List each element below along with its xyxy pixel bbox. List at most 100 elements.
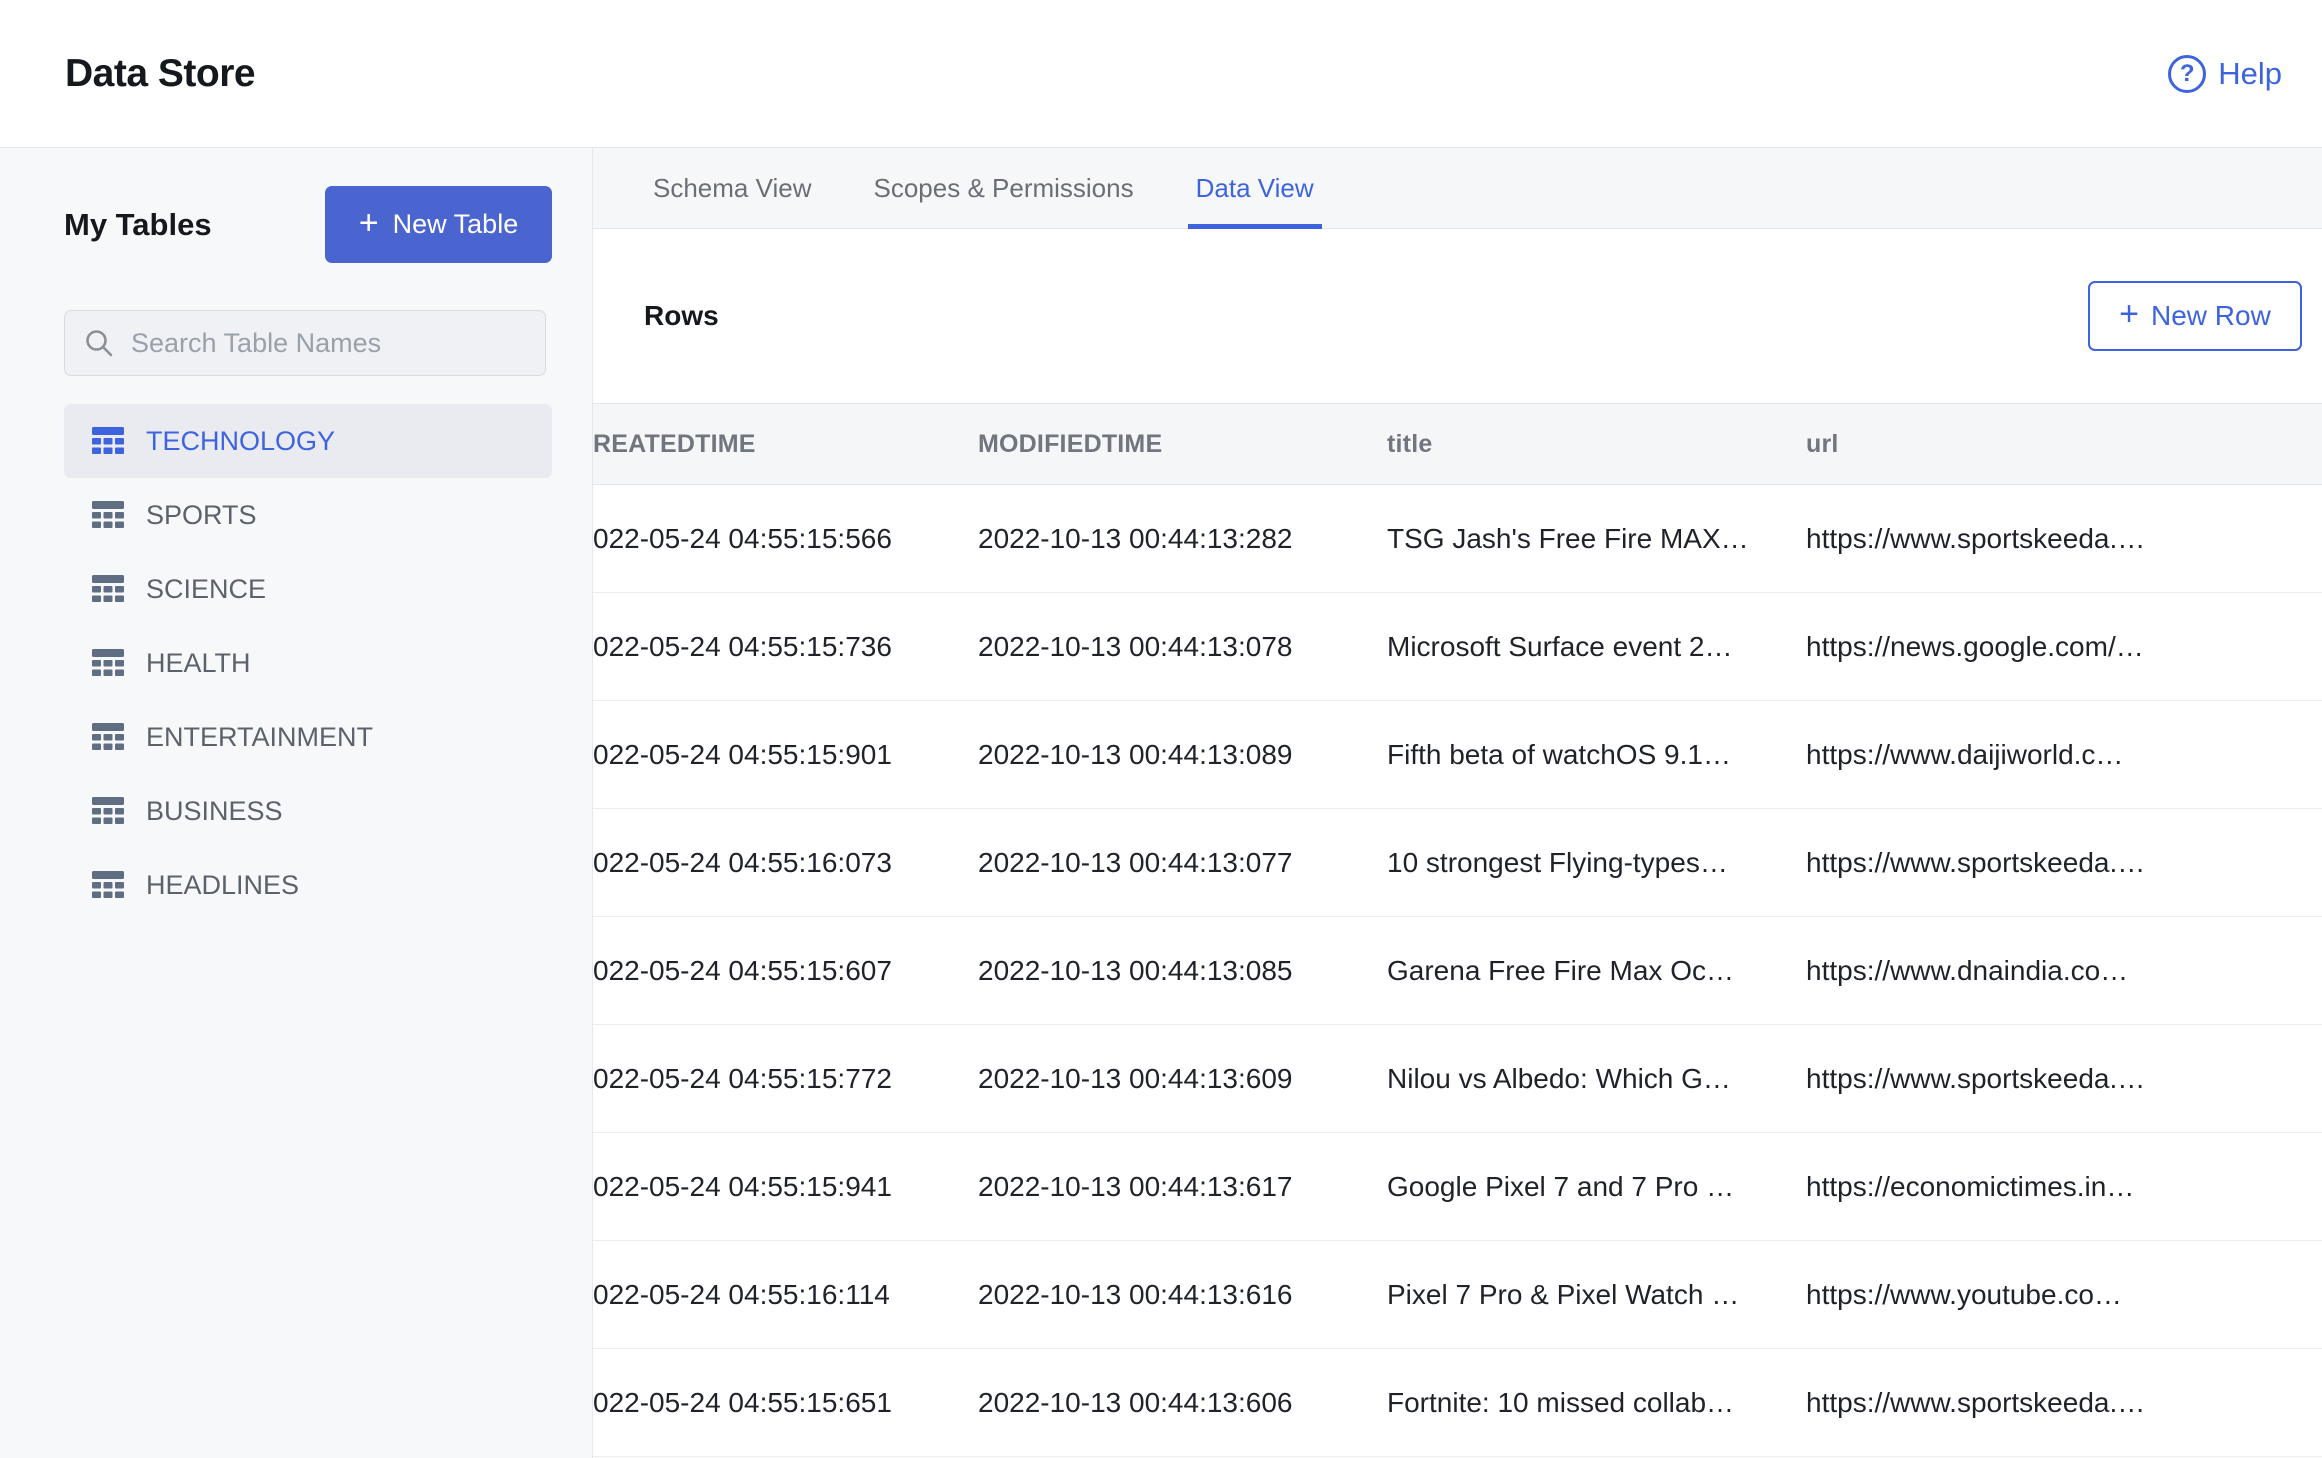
cell-modifiedtime: 2022-10-13 00:44:13:616 (978, 1278, 1293, 1310)
table-row[interactable]: 022-05-24 04:55:15:941 2022-10-13 00:44:… (593, 1133, 2322, 1241)
sidebar-table-item[interactable]: HEADLINES (64, 848, 552, 922)
cell-modifiedtime: 2022-10-13 00:44:13:606 (978, 1386, 1293, 1418)
table-icon (92, 797, 124, 824)
table-icon (92, 723, 124, 750)
cell-createdtime: 022-05-24 04:55:16:114 (593, 1278, 890, 1310)
search-icon (86, 330, 113, 357)
sidebar-title: My Tables (64, 206, 212, 242)
cell-url: https://news.google.com/… (1806, 630, 2144, 662)
cell-url: https://www.youtube.co… (1806, 1278, 2122, 1310)
cell-title: 10 strongest Flying-types… (1387, 846, 1728, 878)
cell-modifiedtime: 2022-10-13 00:44:13:085 (978, 954, 1293, 986)
cell-url: https://www.dnaindia.co… (1806, 954, 2129, 986)
tab-label: Scopes & Permissions (873, 172, 1134, 203)
question-circle-icon: ? (2168, 54, 2207, 93)
cell-url: https://www.sportskeeda.… (1806, 846, 2146, 878)
sidebar-table-item[interactable]: TECHNOLOGY (64, 404, 552, 478)
cell-modifiedtime: 2022-10-13 00:44:13:609 (978, 1062, 1293, 1094)
column-header: title (1387, 429, 1433, 458)
data-grid: REATEDTIME MODIFIEDTIME title url 022-05… (593, 403, 2322, 1458)
table-row[interactable]: 022-05-24 04:55:16:073 2022-10-13 00:44:… (593, 809, 2322, 917)
cell-title: Fifth beta of watchOS 9.1… (1387, 738, 1731, 770)
cell-title: Google Pixel 7 and 7 Pro … (1387, 1170, 1735, 1202)
tab-label: Data View (1195, 172, 1314, 203)
cell-createdtime: 022-05-24 04:55:15:566 (593, 522, 892, 554)
cell-createdtime: 022-05-24 04:55:16:073 (593, 846, 892, 878)
plus-icon: + (2119, 295, 2140, 333)
cell-title: Pixel 7 Pro & Pixel Watch … (1387, 1278, 1740, 1310)
cell-createdtime: 022-05-24 04:55:15:607 (593, 954, 892, 986)
cell-title: Fortnite: 10 missed collab… (1387, 1386, 1735, 1418)
cell-modifiedtime: 2022-10-13 00:44:13:077 (978, 846, 1293, 878)
table-row[interactable]: 022-05-24 04:55:15:736 2022-10-13 00:44:… (593, 593, 2322, 701)
table-item-label: HEALTH (146, 647, 251, 678)
table-icon (92, 427, 124, 454)
cell-createdtime: 022-05-24 04:55:15:901 (593, 738, 892, 770)
tab[interactable]: Scopes & Permissions (866, 148, 1142, 228)
rows-toolbar: Rows + New Row (593, 229, 2322, 403)
cell-url: https://www.daijiworld.c… (1806, 738, 2124, 770)
cell-url: https://economictimes.in… (1806, 1170, 2135, 1202)
table-icon (92, 649, 124, 676)
cell-title: TSG Jash's Free Fire MAX… (1387, 522, 1749, 554)
table-item-label: ENTERTAINMENT (146, 721, 374, 752)
table-search (64, 310, 546, 376)
sidebar-table-item[interactable]: BUSINESS (64, 774, 552, 848)
new-row-button[interactable]: + New Row (2088, 281, 2302, 351)
column-header: MODIFIEDTIME (978, 429, 1163, 458)
table-item-label: TECHNOLOGY (146, 425, 336, 456)
plus-icon: + (358, 203, 379, 242)
tab-bar: Schema View Scopes & Permissions Data Vi… (593, 148, 2322, 229)
table-row[interactable]: 022-05-24 04:55:15:607 2022-10-13 00:44:… (593, 917, 2322, 1025)
table-row[interactable]: 022-05-24 04:55:15:772 2022-10-13 00:44:… (593, 1025, 2322, 1133)
sidebar-table-item[interactable]: SPORTS (64, 478, 552, 552)
new-table-label: New Table (392, 209, 519, 239)
help-label: Help (2218, 55, 2282, 91)
cell-title: Nilou vs Albedo: Which G… (1387, 1062, 1731, 1094)
cell-modifiedtime: 2022-10-13 00:44:13:282 (978, 522, 1293, 554)
new-table-button[interactable]: + New Table (325, 186, 552, 263)
page-title: Data Store (65, 51, 256, 95)
table-item-label: HEADLINES (146, 869, 300, 900)
table-item-label: SCIENCE (146, 573, 267, 604)
tab[interactable]: Data View (1187, 148, 1322, 229)
table-row[interactable]: 022-05-24 04:55:16:114 2022-10-13 00:44:… (593, 1241, 2322, 1349)
column-header: REATEDTIME (593, 429, 756, 458)
sidebar-table-item[interactable]: SCIENCE (64, 552, 552, 626)
table-item-label: SPORTS (146, 499, 257, 530)
cell-modifiedtime: 2022-10-13 00:44:13:617 (978, 1170, 1293, 1202)
cell-createdtime: 022-05-24 04:55:15:772 (593, 1062, 892, 1094)
sidebar-table-item[interactable]: HEALTH (64, 626, 552, 700)
table-row[interactable]: 022-05-24 04:55:15:901 2022-10-13 00:44:… (593, 701, 2322, 809)
table-list: TECHNOLOGY SPORTS SCIENCE HEALTH ENTERTA… (64, 404, 552, 922)
help-link[interactable]: ? Help (2168, 54, 2282, 93)
search-table-input[interactable] (131, 327, 527, 359)
cell-url: https://www.sportskeeda.… (1806, 1062, 2146, 1094)
cell-title: Garena Free Fire Max Oc… (1387, 954, 1734, 986)
table-icon (92, 501, 124, 528)
main-content: Schema View Scopes & Permissions Data Vi… (593, 148, 2322, 1458)
cell-createdtime: 022-05-24 04:55:15:941 (593, 1170, 892, 1202)
grid-body: 022-05-24 04:55:15:566 2022-10-13 00:44:… (593, 485, 2322, 1457)
table-item-label: BUSINESS (146, 795, 283, 826)
table-row[interactable]: 022-05-24 04:55:15:566 2022-10-13 00:44:… (593, 485, 2322, 593)
table-icon (92, 575, 124, 602)
app-header: Data Store ? Help (0, 0, 2322, 148)
cell-createdtime: 022-05-24 04:55:15:736 (593, 630, 892, 662)
cell-title: Microsoft Surface event 2… (1387, 630, 1733, 662)
new-row-label: New Row (2151, 300, 2271, 331)
table-row[interactable]: 022-05-24 04:55:15:651 2022-10-13 00:44:… (593, 1349, 2322, 1457)
rows-heading: Rows (644, 300, 719, 331)
sidebar: My Tables + New Table Search Table Names… (0, 148, 593, 1458)
cell-modifiedtime: 2022-10-13 00:44:13:078 (978, 630, 1293, 662)
cell-modifiedtime: 2022-10-13 00:44:13:089 (978, 738, 1293, 770)
cell-url: https://www.sportskeeda.… (1806, 522, 2146, 554)
sidebar-table-item[interactable]: ENTERTAINMENT (64, 700, 552, 774)
tab[interactable]: Schema View (645, 148, 820, 228)
grid-header: REATEDTIME MODIFIEDTIME title url (593, 403, 2322, 485)
cell-createdtime: 022-05-24 04:55:15:651 (593, 1386, 892, 1418)
table-icon (92, 871, 124, 898)
cell-url: https://www.sportskeeda.… (1806, 1386, 2146, 1418)
column-header: url (1806, 429, 1839, 458)
tab-label: Schema View (653, 172, 812, 203)
